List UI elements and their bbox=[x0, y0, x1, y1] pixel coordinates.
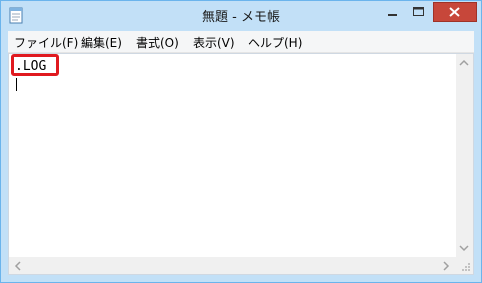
menu-format[interactable]: 書式(O) bbox=[136, 34, 179, 51]
text-caret bbox=[16, 78, 17, 91]
editor-text: .LOG bbox=[15, 59, 47, 74]
menu-file[interactable]: ファイル(F) bbox=[14, 34, 78, 51]
maximize-icon bbox=[413, 7, 424, 16]
close-icon bbox=[449, 7, 460, 17]
horizontal-scrollbar[interactable] bbox=[9, 257, 456, 274]
minimize-icon bbox=[388, 14, 397, 16]
menu-edit[interactable]: 編集(E) bbox=[81, 34, 122, 51]
notepad-window: 無題 - メモ帳 ファイル(F) 編集(E) 書式(O) 表示(V) ヘルプ(H… bbox=[0, 0, 482, 283]
minimize-button[interactable] bbox=[379, 2, 405, 22]
scroll-down-icon[interactable] bbox=[459, 244, 469, 252]
text-editor[interactable]: .LOG bbox=[8, 53, 474, 275]
resize-grip[interactable] bbox=[456, 257, 473, 274]
resize-grip-icon bbox=[462, 263, 470, 271]
menu-help[interactable]: ヘルプ(H) bbox=[248, 34, 302, 51]
vertical-scrollbar[interactable] bbox=[456, 54, 473, 258]
maximize-button[interactable] bbox=[405, 2, 431, 22]
title-bar[interactable]: 無題 - メモ帳 bbox=[1, 1, 481, 31]
scroll-up-icon[interactable] bbox=[459, 59, 469, 67]
scroll-left-icon[interactable] bbox=[14, 261, 22, 271]
scroll-right-icon[interactable] bbox=[442, 261, 450, 271]
menu-view[interactable]: 表示(V) bbox=[193, 34, 235, 51]
close-button[interactable] bbox=[433, 2, 477, 22]
menu-bar: ファイル(F) 編集(E) 書式(O) 表示(V) ヘルプ(H) bbox=[8, 31, 474, 53]
